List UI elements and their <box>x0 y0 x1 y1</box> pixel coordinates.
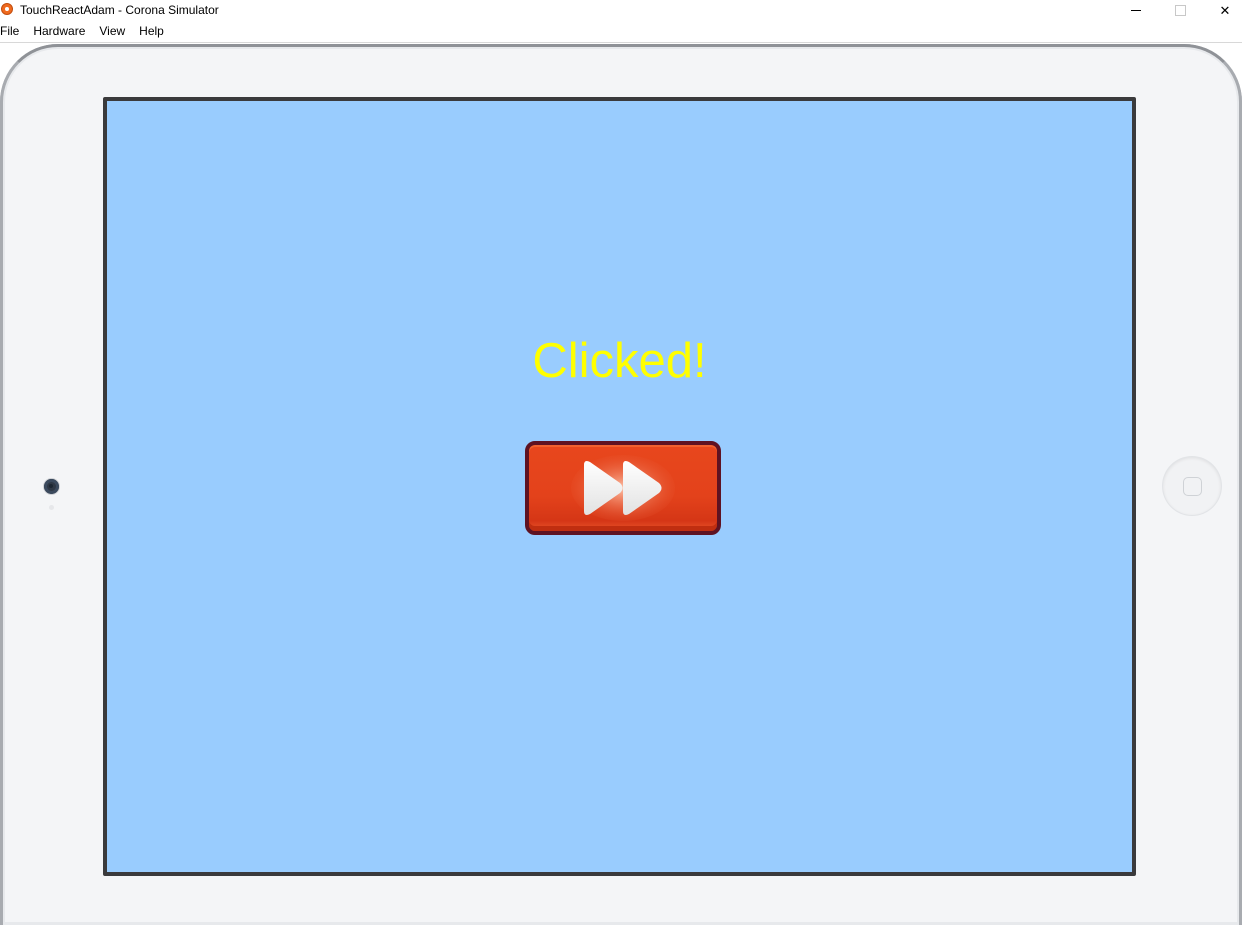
fast-forward-button[interactable] <box>525 441 721 535</box>
menu-view[interactable]: View <box>92 21 132 42</box>
light-sensor <box>49 505 54 510</box>
close-button[interactable]: ✕ <box>1202 0 1242 21</box>
minimize-icon <box>1131 10 1141 11</box>
menu-help[interactable]: Help <box>132 21 171 42</box>
home-button[interactable] <box>1163 457 1221 515</box>
maximize-button[interactable] <box>1157 0 1203 21</box>
menu-bar: File Hardware View Help <box>0 21 1242 43</box>
simulator-screen[interactable]: Clicked! <box>103 97 1136 876</box>
menu-file[interactable]: File <box>0 21 26 42</box>
title-bar: TouchReactAdam - Corona Simulator ✕ <box>0 0 1242 21</box>
maximize-icon <box>1174 5 1186 16</box>
home-square-icon <box>1182 476 1202 496</box>
corona-app-icon <box>1 3 13 15</box>
window-title: TouchReactAdam - Corona Simulator <box>20 3 219 17</box>
clicked-message: Clicked! <box>532 334 707 388</box>
minimize-button[interactable] <box>1113 0 1159 21</box>
fast-forward-icon <box>571 455 675 521</box>
close-icon: ✕ <box>1219 2 1231 18</box>
camera-icon <box>44 479 59 494</box>
menu-hardware[interactable]: Hardware <box>26 21 92 42</box>
